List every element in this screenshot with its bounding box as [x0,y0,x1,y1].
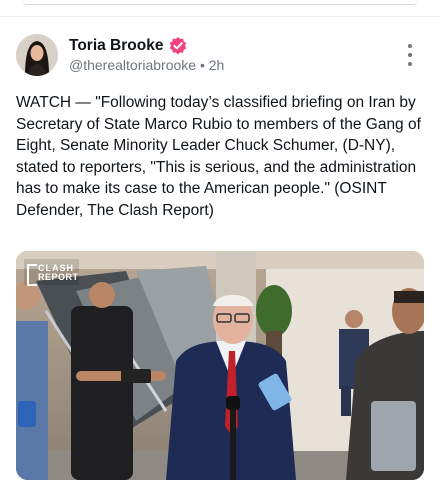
clash-report-watermark: CLASH REPORT [27,264,79,286]
author-row: Toria Brooke [69,36,188,56]
post-time[interactable]: 2h [209,57,225,73]
author-handle[interactable]: @therealtoriabrooke [69,57,196,73]
post-divider [0,16,440,17]
more-vertical-icon[interactable] [401,44,419,66]
verified-badge-icon [170,37,187,55]
post-text: WATCH — "Following today’s classified br… [16,94,421,219]
author-name[interactable]: Toria Brooke [69,37,163,55]
meta-separator: • [199,57,205,73]
avatar[interactable] [16,34,58,76]
watermark-line-2: REPORT [38,272,79,282]
previous-post-edge [22,0,418,5]
handle-row: @therealtoriabrooke • 2h [69,57,224,73]
post-video[interactable]: CLASH REPORT [16,251,424,480]
video-frame [16,251,424,480]
